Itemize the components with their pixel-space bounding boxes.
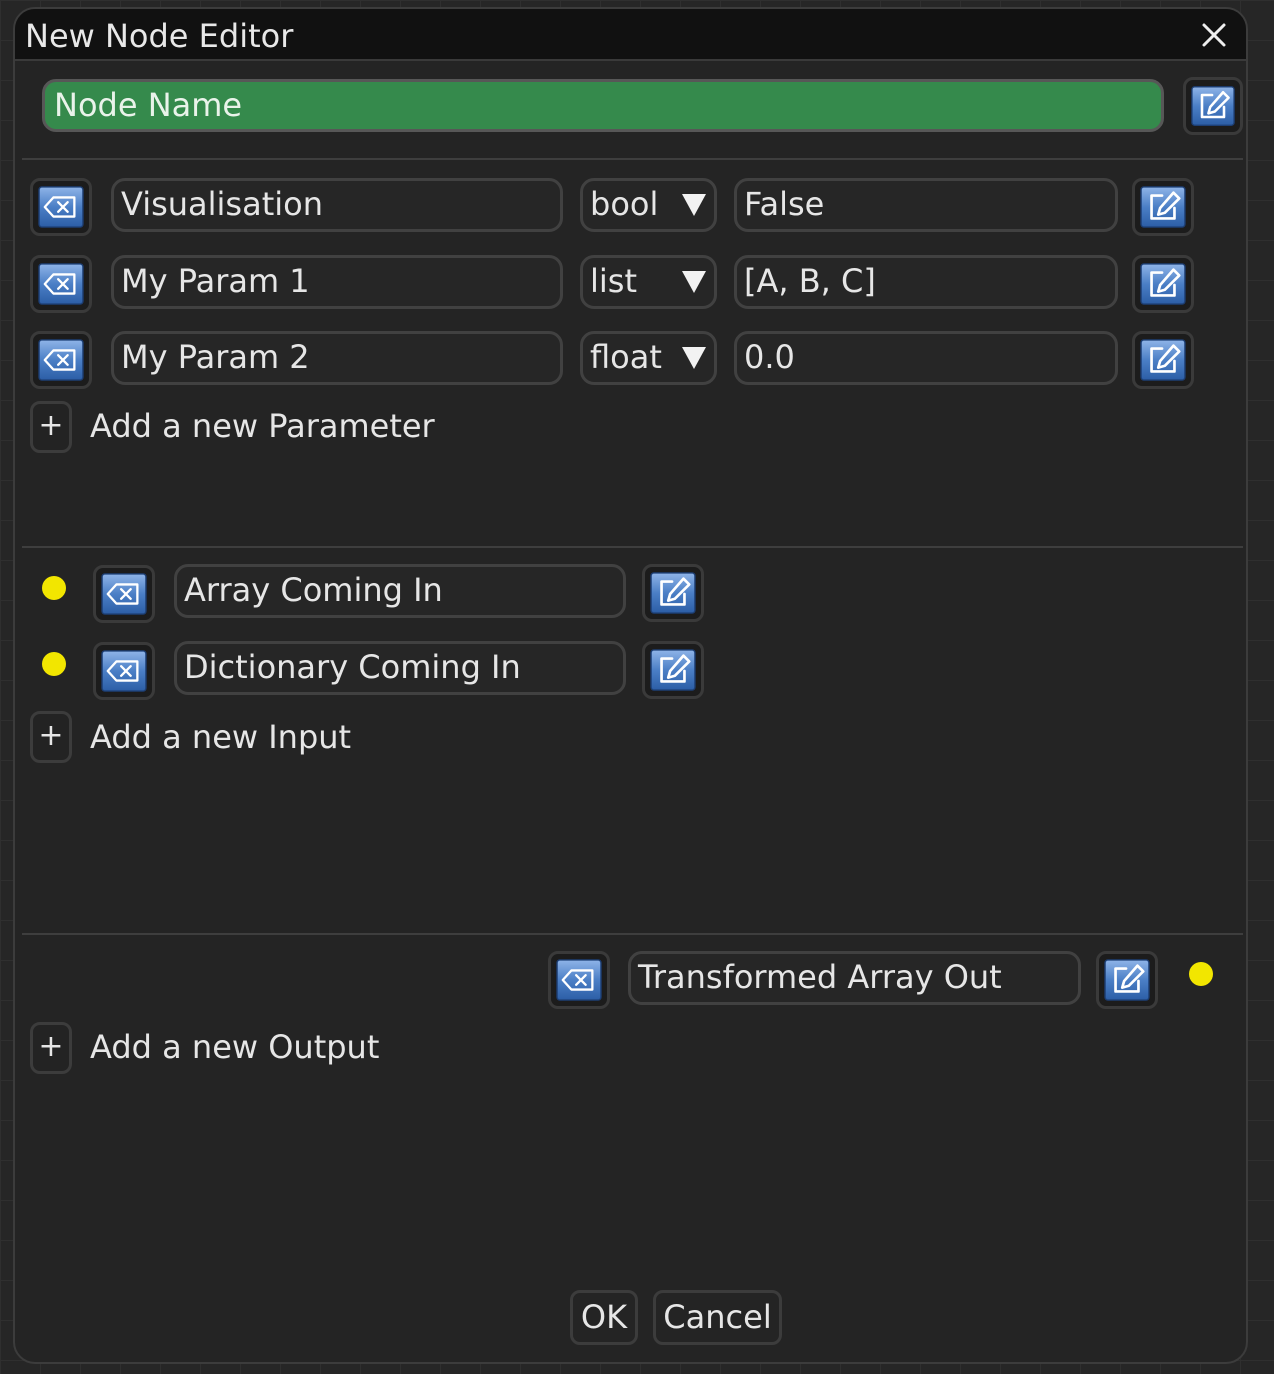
edit-icon: [1140, 339, 1186, 381]
add-parameter-label[interactable]: Add a new Parameter: [90, 406, 435, 446]
parameter-type-dropdown[interactable]: list: [580, 255, 717, 309]
parameter-type-dropdown[interactable]: bool: [580, 178, 717, 232]
parameter-type-dropdown[interactable]: float: [580, 331, 717, 385]
input-name-field[interactable]: Dictionary Coming In: [174, 641, 626, 695]
title-bar: New Node Editor: [15, 9, 1246, 61]
add-parameter-button[interactable]: +: [30, 401, 72, 453]
dropdown-arrow-icon: [682, 194, 706, 216]
edit-parameter-button[interactable]: [1132, 255, 1194, 313]
output-name-field[interactable]: Transformed Array Out: [628, 951, 1081, 1005]
parameter-name-field[interactable]: Visualisation: [111, 178, 563, 232]
parameter-value-field[interactable]: 0.0: [734, 331, 1118, 385]
edit-icon: [1140, 263, 1186, 305]
node-name-field[interactable]: Node Name: [42, 79, 1164, 132]
parameter-name-field[interactable]: My Param 1: [111, 255, 563, 309]
delete-parameter-button[interactable]: [30, 178, 92, 236]
parameter-value-field[interactable]: [A, B, C]: [734, 255, 1118, 309]
input-port-dot: [42, 576, 66, 600]
parameter-type-value: list: [590, 262, 637, 300]
backspace-icon: [38, 339, 84, 381]
close-icon[interactable]: [1196, 17, 1232, 53]
edit-icon: [1191, 85, 1235, 127]
dialog-title: New Node Editor: [25, 17, 294, 55]
add-input-label[interactable]: Add a new Input: [90, 717, 351, 757]
dropdown-arrow-icon: [682, 347, 706, 369]
add-output-button[interactable]: +: [30, 1022, 72, 1074]
input-port-dot: [42, 652, 66, 676]
delete-parameter-button[interactable]: [30, 331, 92, 389]
delete-input-button[interactable]: [93, 565, 155, 623]
parameter-name-field[interactable]: My Param 2: [111, 331, 563, 385]
separator-outputs: [22, 933, 1243, 935]
node-editor-dialog: New Node Editor Node Name Visualisation …: [13, 7, 1248, 1364]
add-input-button[interactable]: +: [30, 711, 72, 763]
cancel-button[interactable]: Cancel: [653, 1290, 782, 1345]
ok-button[interactable]: OK: [570, 1290, 638, 1345]
output-port-dot: [1189, 962, 1213, 986]
backspace-icon: [38, 186, 84, 228]
edit-parameter-button[interactable]: [1132, 331, 1194, 389]
dropdown-arrow-icon: [682, 271, 706, 293]
edit-input-button[interactable]: [642, 641, 704, 699]
backspace-icon: [38, 263, 84, 305]
delete-input-button[interactable]: [93, 642, 155, 700]
delete-output-button[interactable]: [548, 951, 610, 1009]
backspace-icon: [556, 959, 602, 1001]
parameter-type-value: float: [590, 338, 662, 376]
edit-node-name-button[interactable]: [1183, 77, 1243, 135]
parameter-type-value: bool: [590, 185, 659, 223]
parameter-value-field[interactable]: False: [734, 178, 1118, 232]
edit-icon: [1104, 959, 1150, 1001]
separator-top: [22, 158, 1243, 160]
separator-inputs: [22, 546, 1243, 548]
edit-icon: [1140, 186, 1186, 228]
edit-icon: [650, 572, 696, 614]
input-name-field[interactable]: Array Coming In: [174, 564, 626, 618]
backspace-icon: [101, 650, 147, 692]
edit-parameter-button[interactable]: [1132, 178, 1194, 236]
edit-output-button[interactable]: [1096, 951, 1158, 1009]
backspace-icon: [101, 573, 147, 615]
edit-input-button[interactable]: [642, 564, 704, 622]
delete-parameter-button[interactable]: [30, 255, 92, 313]
edit-icon: [650, 649, 696, 691]
add-output-label[interactable]: Add a new Output: [90, 1027, 379, 1067]
